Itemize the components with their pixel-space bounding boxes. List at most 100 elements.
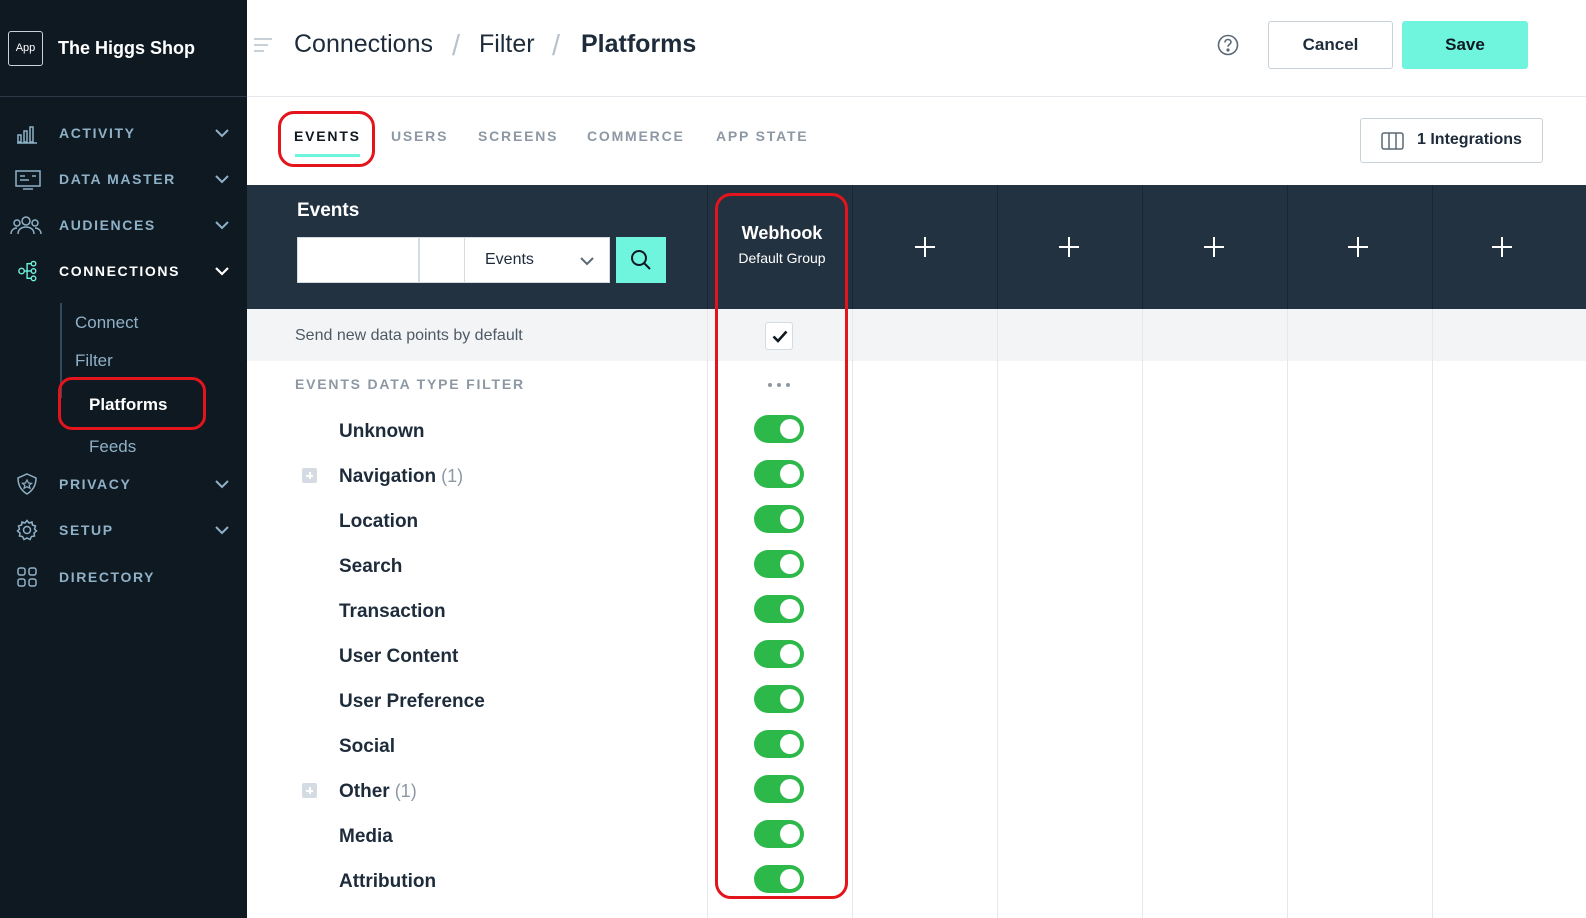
- help-icon[interactable]: [1217, 34, 1239, 56]
- tab-commerce[interactable]: COMMERCE: [587, 128, 685, 144]
- nav-item-data-master[interactable]: DATA MASTER: [0, 159, 247, 199]
- default-row-label: Send new data points by default: [295, 327, 523, 344]
- chevron-down-icon[interactable]: [214, 174, 230, 184]
- event-toggle[interactable]: [754, 685, 804, 713]
- event-row: Search: [247, 544, 1586, 589]
- shield-icon: [17, 473, 37, 495]
- event-label: Transaction: [339, 601, 446, 623]
- nav-item-activity[interactable]: ACTIVITY: [0, 113, 247, 153]
- breadcrumb-separator: /: [552, 30, 561, 62]
- subnav-item-connect[interactable]: Connect: [75, 313, 138, 333]
- event-count: (1): [441, 466, 464, 486]
- event-row: Location: [247, 499, 1586, 544]
- integration-column-title[interactable]: Webhook: [709, 223, 855, 244]
- search-input-secondary[interactable]: [419, 237, 465, 283]
- event-row: Transaction: [247, 589, 1586, 634]
- cancel-button[interactable]: Cancel: [1268, 21, 1393, 69]
- breadcrumb-filter[interactable]: Filter: [479, 30, 535, 59]
- search-icon: [631, 250, 651, 270]
- chevron-down-icon[interactable]: [214, 266, 230, 276]
- add-integration-icon[interactable]: [915, 237, 935, 257]
- chevron-down-icon[interactable]: [214, 220, 230, 230]
- event-count: (1): [394, 781, 417, 801]
- data-master-icon: [15, 170, 41, 190]
- chevron-down-icon[interactable]: [214, 525, 230, 535]
- event-toggle[interactable]: [754, 460, 804, 488]
- subnav-item-feeds[interactable]: Feeds: [89, 437, 136, 457]
- tab-screens[interactable]: SCREENS: [478, 128, 558, 144]
- add-integration-icon[interactable]: [1348, 237, 1368, 257]
- event-toggle[interactable]: [754, 865, 804, 893]
- chevron-down-icon[interactable]: [214, 128, 230, 138]
- page-title: Platforms: [581, 30, 697, 58]
- grid-icon: [17, 567, 37, 587]
- app-badge[interactable]: App: [8, 30, 43, 66]
- tab-users[interactable]: USERS: [391, 128, 448, 144]
- event-label-text: User Preference: [339, 691, 485, 712]
- event-filter-grid: Send new data points by default EVENTS D…: [247, 309, 1586, 918]
- event-row: Attribution: [247, 859, 1586, 904]
- add-integration-icon[interactable]: [1204, 237, 1224, 257]
- event-label-text: Search: [339, 556, 403, 577]
- default-checkbox[interactable]: [765, 322, 793, 350]
- integrations-label: 1 Integrations: [1417, 131, 1522, 148]
- event-toggle[interactable]: [754, 640, 804, 668]
- tab-events[interactable]: EVENTS: [294, 128, 361, 144]
- page-header: Connections / Filter / Platforms Cancel …: [247, 0, 1586, 97]
- search-button[interactable]: [616, 237, 666, 283]
- chevron-down-icon: [580, 257, 594, 266]
- event-toggle[interactable]: [754, 505, 804, 533]
- event-type-select[interactable]: Events: [464, 237, 610, 283]
- event-label: Navigation (1): [339, 466, 463, 488]
- event-label-text: Transaction: [339, 601, 446, 622]
- event-row: Navigation (1): [247, 454, 1586, 499]
- nav-label: DATA MASTER: [59, 171, 176, 187]
- column-divider: [1287, 185, 1288, 309]
- tab-app-state[interactable]: APP STATE: [716, 128, 808, 144]
- event-label-text: Unknown: [339, 421, 425, 442]
- nav-item-audiences[interactable]: AUDIENCES: [0, 205, 247, 245]
- search-input[interactable]: [297, 237, 419, 283]
- event-toggle[interactable]: [754, 730, 804, 758]
- event-row: User Content: [247, 634, 1586, 679]
- event-toggle[interactable]: [754, 775, 804, 803]
- nav-item-directory[interactable]: DIRECTORY: [0, 557, 247, 597]
- event-label: Social: [339, 736, 395, 758]
- event-toggle[interactable]: [754, 595, 804, 623]
- tab-active-underline: [295, 154, 360, 157]
- more-options-icon[interactable]: [765, 381, 795, 389]
- add-integration-icon[interactable]: [1492, 237, 1512, 257]
- event-row: Social: [247, 724, 1586, 769]
- event-row: User Preference: [247, 679, 1586, 724]
- save-button[interactable]: Save: [1402, 21, 1528, 69]
- nav-item-connections[interactable]: CONNECTIONS: [0, 251, 247, 291]
- people-icon: [10, 216, 42, 235]
- event-label: Location: [339, 511, 418, 533]
- event-toggle[interactable]: [754, 415, 804, 443]
- gear-icon: [16, 519, 38, 541]
- event-toggle[interactable]: [754, 550, 804, 578]
- nav-item-privacy[interactable]: PRIVACY: [0, 464, 247, 504]
- subnav-item-platforms[interactable]: Platforms: [58, 377, 206, 430]
- nav-label: CONNECTIONS: [59, 263, 181, 279]
- integrations-button[interactable]: 1 Integrations: [1360, 118, 1543, 163]
- event-toggle[interactable]: [754, 820, 804, 848]
- expand-icon[interactable]: [302, 468, 317, 483]
- chevron-down-icon[interactable]: [214, 479, 230, 489]
- event-label-text: Attribution: [339, 871, 437, 892]
- event-label: Search: [339, 556, 402, 578]
- breadcrumb-separator: /: [452, 30, 461, 62]
- add-integration-icon[interactable]: [1059, 237, 1079, 257]
- event-label: Attribution: [339, 871, 436, 893]
- grid-header: Events Events Webhook Default Group: [247, 185, 1586, 309]
- brand-name[interactable]: The Higgs Shop: [58, 38, 195, 59]
- nav-item-setup[interactable]: SETUP: [0, 510, 247, 550]
- event-label: User Content: [339, 646, 458, 668]
- event-row: Other (1): [247, 769, 1586, 814]
- event-label: User Preference: [339, 691, 485, 713]
- expand-icon[interactable]: [302, 783, 317, 798]
- subnav-item-filter[interactable]: Filter: [75, 351, 113, 371]
- menu-icon[interactable]: [254, 37, 272, 53]
- nav-label: ACTIVITY: [59, 125, 136, 141]
- breadcrumb-connections[interactable]: Connections: [294, 30, 433, 59]
